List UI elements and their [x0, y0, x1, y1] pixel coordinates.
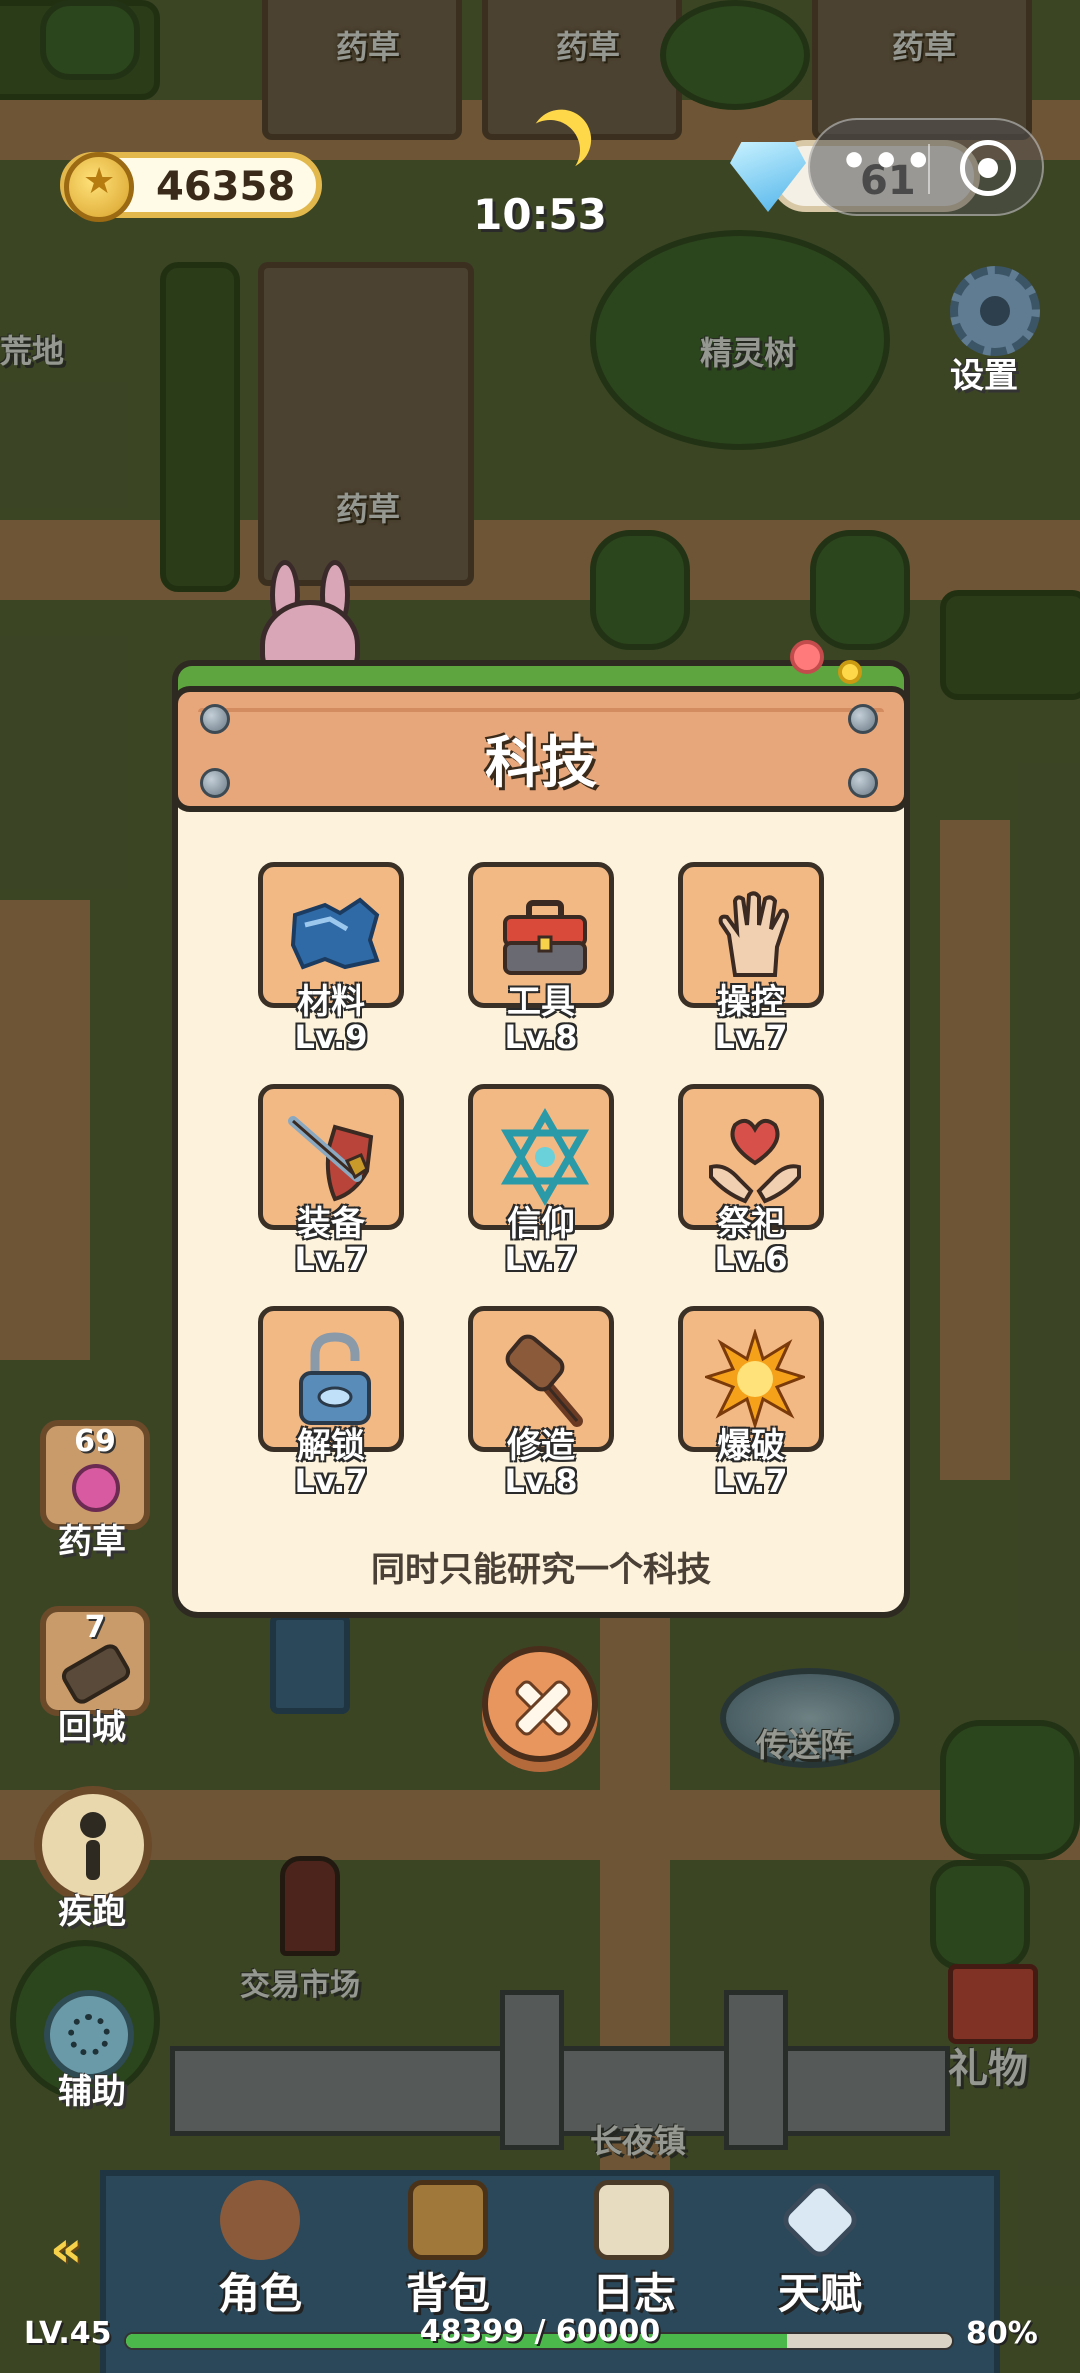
sword-shield-icon: [288, 1116, 374, 1202]
tech-name: 材料: [297, 982, 365, 1022]
tech-level: Lv.7: [504, 1240, 578, 1278]
book-icon: [594, 2180, 674, 2260]
tech-name: 操控: [717, 982, 785, 1022]
tech-item-sacrifice[interactable]: 祭祀 Lv.6: [674, 1084, 824, 1284]
backpack-icon: [408, 2180, 488, 2260]
xp-bar: LV.45 48399 / 60000 80%: [0, 2310, 1080, 2373]
tech-level: Lv.7: [714, 1462, 788, 1500]
tech-level: Lv.8: [504, 1018, 578, 1056]
logs-icon: [58, 1640, 134, 1708]
gear-icon: [950, 266, 1040, 356]
capsule-divider: [928, 144, 930, 194]
sprint-label: 疾跑: [58, 1892, 126, 1932]
winged-gem-icon: [777, 2177, 863, 2263]
tech-item-construction[interactable]: 修造 Lv.8: [464, 1306, 614, 1506]
game-stage: 药草 药草 药草 药草 精灵树 荒地 传送阵 交易市场 长夜镇 礼物 ★ 463…: [0, 0, 1080, 2373]
tech-item-blasting[interactable]: 爆破 Lv.7: [674, 1306, 824, 1506]
tech-name: 装备: [297, 1204, 365, 1244]
tech-name: 爆破: [717, 1426, 785, 1466]
tech-item-equipment[interactable]: 装备 Lv.7: [254, 1084, 404, 1284]
research-note: 同时只能研究一个科技: [371, 1550, 711, 1590]
tech-name: 解锁: [297, 1426, 365, 1466]
explosion-icon: [705, 1329, 805, 1429]
tech-level: Lv.7: [294, 1240, 368, 1278]
xp-value: 48399 / 60000: [419, 2314, 661, 2349]
toolbox-icon: [503, 900, 587, 975]
more-menu-icon[interactable]: •••: [840, 136, 936, 187]
xp-percent: 80%: [966, 2316, 1038, 2351]
flower-decoration: [838, 660, 862, 684]
coin-icon: [64, 152, 134, 222]
herb-count: 69: [74, 1424, 116, 1459]
bottom-nav: 角色 背包 日志 天赋: [0, 2090, 1080, 2318]
runner-body: [86, 1840, 100, 1880]
padlock-icon: [299, 1332, 371, 1425]
flower-decoration: [790, 640, 824, 674]
flower-icon: [72, 1464, 120, 1512]
tech-name: 祭祀: [717, 1204, 785, 1244]
tech-level: Lv.6: [714, 1240, 788, 1278]
hand-icon: [718, 891, 790, 977]
assist-gear-icon: [68, 2014, 110, 2056]
clock-time: 10:53: [473, 190, 607, 239]
settings-button[interactable]: 设置: [940, 266, 1050, 396]
modal-title: 科技: [485, 731, 597, 796]
material-icon: [290, 897, 380, 970]
character-icon: [220, 2180, 300, 2260]
tech-name: 工具: [507, 982, 575, 1022]
close-button[interactable]: [482, 1646, 598, 1762]
tech-level: Lv.7: [294, 1462, 368, 1500]
hammer-icon: [505, 1334, 583, 1427]
tech-level: Lv.8: [504, 1462, 578, 1500]
tech-item-control[interactable]: 操控 Lv.7: [674, 862, 824, 1062]
tech-item-faith[interactable]: 信仰 Lv.7: [464, 1084, 614, 1284]
return-city-label: 回城: [58, 1708, 126, 1748]
player-level: LV.45: [24, 2316, 112, 2351]
mini-program-capsule: •••: [808, 118, 1044, 216]
coin-value: 46358: [156, 164, 296, 210]
tech-level: Lv.9: [294, 1018, 368, 1056]
tech-item-material[interactable]: 材料 Lv.9: [254, 862, 404, 1062]
star-of-david-icon: [500, 1107, 590, 1207]
return-count: 7: [84, 1610, 106, 1645]
herb-label: 药草: [58, 1522, 126, 1562]
close-target-icon[interactable]: [960, 140, 1016, 196]
tech-name: 信仰: [507, 1204, 575, 1244]
modal-header: 科技: [172, 686, 910, 812]
tech-level: Lv.7: [714, 1018, 788, 1056]
settings-label: 设置: [950, 356, 1018, 396]
heart-hands-icon: [709, 1118, 801, 1204]
tech-item-tools[interactable]: 工具 Lv.8: [464, 862, 614, 1062]
runner-icon: [80, 1812, 106, 1838]
tech-name: 修造: [507, 1426, 575, 1466]
coin-counter: 46358: [60, 152, 322, 222]
tech-item-unlock[interactable]: 解锁 Lv.7: [254, 1306, 404, 1506]
